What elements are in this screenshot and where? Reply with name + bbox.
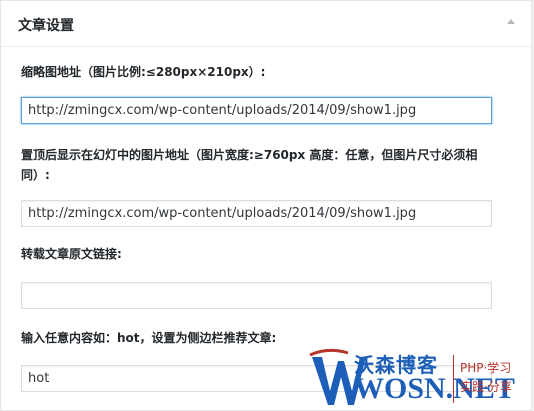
thumbnail-url-label: 缩略图地址（图片比例:≤280px×210px）: bbox=[21, 65, 266, 79]
metabox-header: 文章设置 bbox=[1, 1, 531, 47]
source-link-input[interactable] bbox=[21, 282, 492, 309]
slider-image-url-input[interactable] bbox=[21, 200, 492, 227]
watermark-divider bbox=[453, 355, 454, 403]
watermark-tagline-1: PHP·学习 bbox=[460, 361, 512, 375]
watermark: 沃森博客 WOSN.NET PHP·学习 实践·分享 bbox=[308, 347, 534, 411]
thumbnail-url-input[interactable] bbox=[21, 97, 492, 124]
recommend-keyword-label: 输入任意内容如：hot，设置为侧边栏推荐文章: bbox=[21, 331, 277, 345]
collapse-toggle-button[interactable] bbox=[501, 12, 521, 32]
slider-image-url-label: 置顶后显示在幻灯中的图片地址（图片宽度:≥760px 高度：任意，但图片尺寸必须… bbox=[21, 148, 478, 182]
triangle-up-icon bbox=[507, 19, 515, 24]
source-link-label: 转载文章原文链接: bbox=[21, 247, 122, 261]
watermark-tagline-2: 实践·分享 bbox=[460, 380, 512, 394]
metabox-title: 文章设置 bbox=[18, 18, 74, 34]
